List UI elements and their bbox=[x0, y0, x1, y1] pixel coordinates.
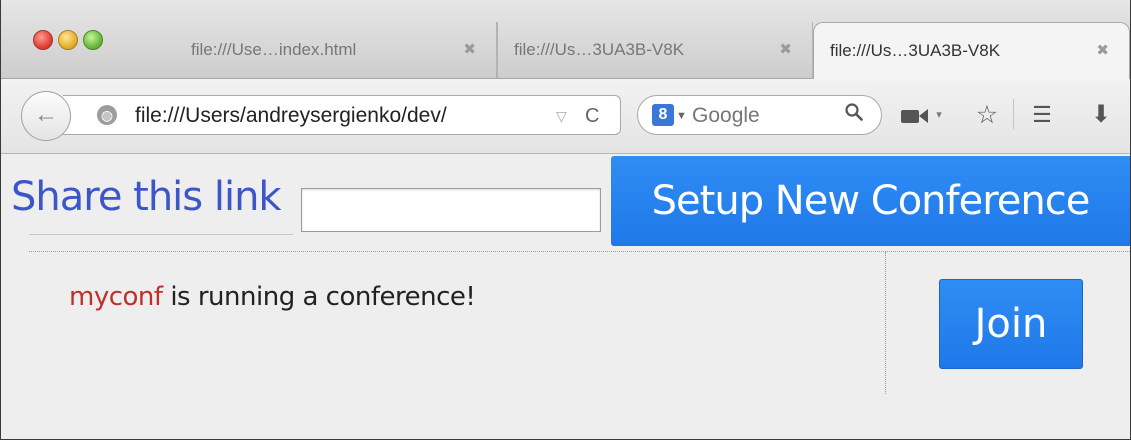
tab-1[interactable]: file:///Use…index.html ✖ bbox=[175, 22, 497, 78]
engine-dropdown-icon[interactable]: ▼ bbox=[676, 96, 687, 136]
search-bar[interactable]: 8 ▼ Google bbox=[637, 95, 882, 135]
download-icon[interactable]: ⬇ bbox=[1087, 101, 1115, 129]
tab-close-icon[interactable]: ✖ bbox=[779, 22, 792, 78]
address-bar[interactable]: ◍ file:///Users/andreysergienko/dev/ ▽ C bbox=[63, 95, 621, 135]
toolbar-divider bbox=[1013, 99, 1014, 129]
bookmark-star-icon[interactable]: ☆ bbox=[973, 101, 1001, 129]
reload-icon[interactable]: C bbox=[585, 96, 599, 136]
tab-title: file:///Use…index.html bbox=[191, 40, 357, 59]
status-message: is running a conference! bbox=[162, 282, 476, 312]
divider-horizontal bbox=[29, 251, 1130, 252]
search-placeholder[interactable]: Google bbox=[692, 96, 760, 136]
search-icon[interactable] bbox=[845, 96, 863, 134]
back-button[interactable]: ← bbox=[21, 91, 71, 141]
close-window-icon[interactable] bbox=[33, 30, 53, 50]
address-url[interactable]: file:///Users/andreysergienko/dev/ bbox=[135, 96, 447, 136]
history-dropdown-icon[interactable]: ▽ bbox=[556, 96, 567, 136]
tab-2[interactable]: file:///Us…3UA3B-V8K ✖ bbox=[497, 22, 813, 78]
back-arrow-icon: ← bbox=[34, 101, 58, 128]
tab-strip: file:///Use…index.html ✖ file:///Us…3UA3… bbox=[1, 0, 1130, 79]
tab-close-icon[interactable]: ✖ bbox=[463, 22, 476, 78]
join-button[interactable]: Join bbox=[939, 279, 1083, 369]
camera-icon[interactable] bbox=[896, 101, 932, 129]
page-content: Share this link Setup New Conference myc… bbox=[1, 154, 1130, 439]
google-engine-icon[interactable]: 8 bbox=[652, 104, 674, 126]
divider-vertical bbox=[885, 252, 886, 394]
camera-dropdown-icon[interactable]: ▾ bbox=[933, 101, 945, 129]
tab-3-active[interactable]: file:///Us…3UA3B-V8K ✖ bbox=[813, 22, 1130, 79]
browser-window: file:///Use…index.html ✖ file:///Us…3UA3… bbox=[0, 0, 1131, 440]
navigation-bar: ◍ file:///Users/andreysergienko/dev/ ▽ C… bbox=[1, 79, 1130, 154]
share-label-underline bbox=[29, 234, 293, 235]
tab-title: file:///Us…3UA3B-V8K bbox=[514, 40, 685, 59]
room-name: myconf bbox=[69, 282, 163, 312]
setup-new-conference-button[interactable]: Setup New Conference bbox=[611, 156, 1130, 246]
zoom-window-icon[interactable] bbox=[83, 30, 103, 50]
minimize-window-icon[interactable] bbox=[58, 30, 78, 50]
tab-title: file:///Us…3UA3B-V8K bbox=[830, 41, 1001, 60]
share-link-label: Share this link bbox=[11, 174, 282, 220]
share-link-input[interactable] bbox=[301, 188, 601, 232]
bookmarks-menu-icon[interactable]: ☰ bbox=[1029, 101, 1055, 129]
tab-close-icon[interactable]: ✖ bbox=[1096, 23, 1109, 79]
conference-status: myconf is running a conference! bbox=[69, 282, 476, 312]
globe-icon: ◍ bbox=[97, 105, 117, 125]
